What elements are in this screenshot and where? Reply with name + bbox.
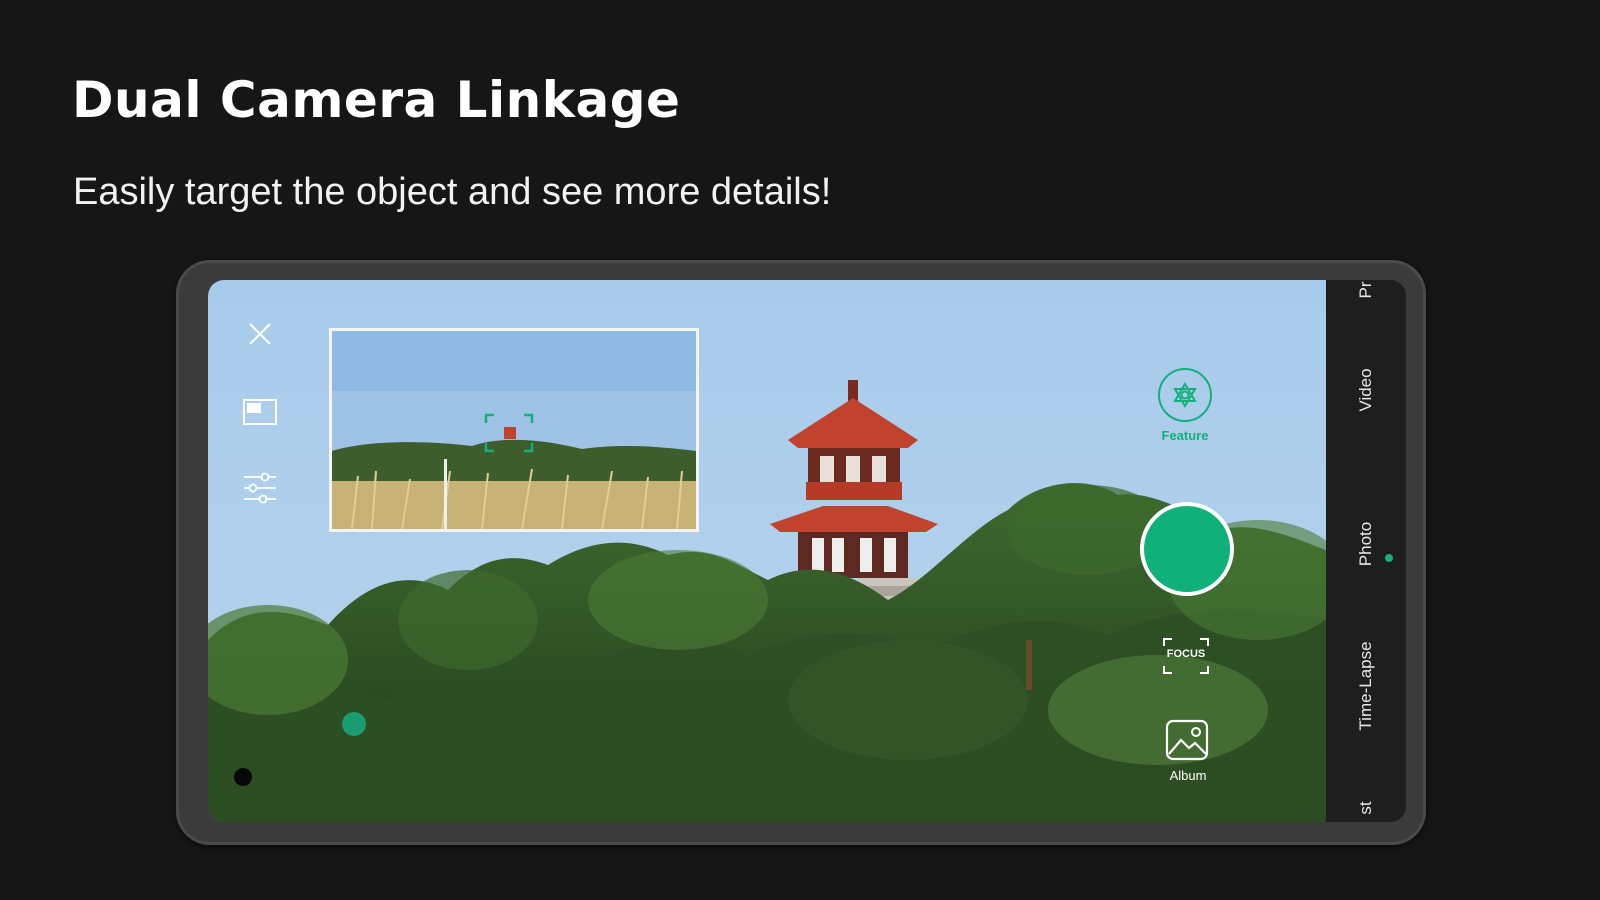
close-button[interactable]	[238, 312, 282, 356]
album-label: Album	[1169, 768, 1207, 783]
mode-item-next[interactable]: st	[1356, 801, 1376, 814]
shutter-button[interactable]	[1140, 502, 1234, 596]
close-icon	[249, 323, 271, 345]
gear-icon	[1173, 382, 1197, 408]
mode-item-photo[interactable]: Photo	[1356, 522, 1376, 566]
feature-button[interactable]	[1158, 368, 1212, 422]
pip-preview[interactable]	[329, 328, 699, 532]
active-mode-indicator	[1385, 554, 1393, 562]
headline: Dual Camera Linkage	[72, 71, 681, 129]
feature-label: Feature	[1161, 428, 1209, 443]
pip-scene	[332, 331, 696, 529]
gallery-icon	[1165, 719, 1209, 761]
status-dot	[234, 768, 252, 786]
mode-item-pro[interactable]: Pr	[1356, 282, 1376, 299]
pip-toggle-button[interactable]	[238, 390, 282, 434]
mode-item-time-lapse[interactable]: Time-Lapse	[1356, 641, 1376, 730]
focus-label: FOCUS	[1166, 648, 1206, 660]
camera-viewfinder[interactable]: Feature FOCUS Album	[208, 280, 1326, 822]
phone-screen: Feature FOCUS Album Pr Video Photo Time-…	[208, 280, 1406, 822]
sliders-icon	[244, 472, 276, 504]
focus-button[interactable]: FOCUS	[1160, 636, 1212, 676]
mode-item-video[interactable]: Video	[1356, 368, 1376, 411]
mode-selector: Pr Video Photo Time-Lapse st	[1326, 280, 1406, 822]
phone-frame: Feature FOCUS Album Pr Video Photo Time-…	[176, 260, 1426, 845]
picture-in-picture-icon	[243, 399, 277, 425]
album-button[interactable]	[1163, 718, 1211, 762]
subheadline: Easily target the object and see more de…	[73, 171, 832, 213]
settings-button[interactable]	[238, 466, 282, 510]
pip-drag-handle[interactable]	[342, 712, 366, 736]
